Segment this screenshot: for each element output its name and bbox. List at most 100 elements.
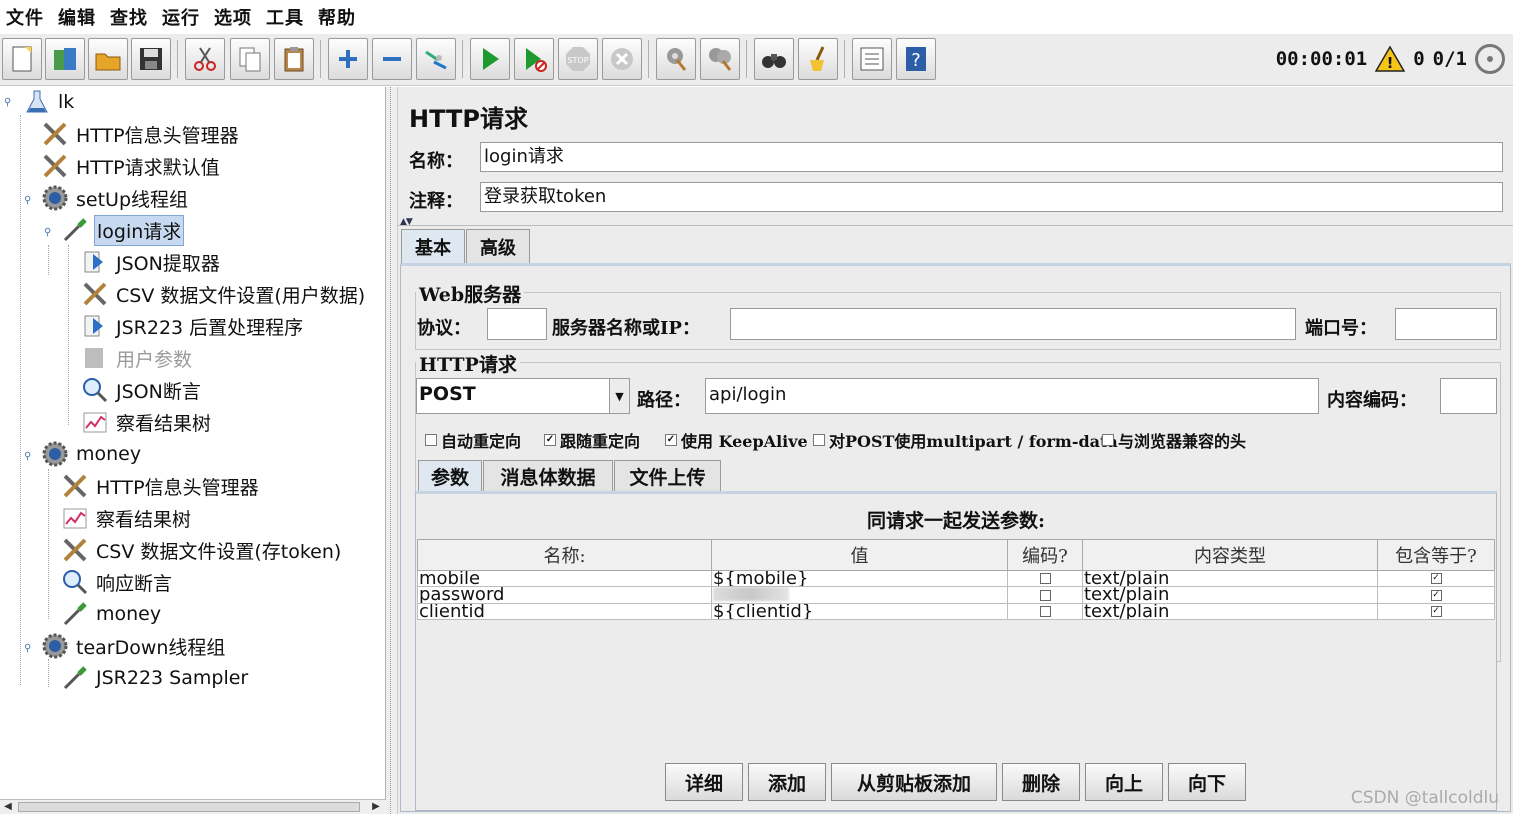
method-select[interactable]: POST ▼ [416,378,630,414]
tree-item-json-assertion[interactable]: JSON断言 [80,375,203,405]
scroll-right-icon[interactable]: ▶ [368,800,384,814]
table-row[interactable]: password text/plain ✓ [417,586,1495,604]
param-content-type[interactable]: text/plain [1082,586,1378,604]
tree-item-jsr223-postprocessor[interactable]: JSR223 后置处理程序 [80,311,305,341]
start-button[interactable] [470,38,510,80]
column-header-name[interactable]: 名称: [417,539,712,571]
scroll-thumb[interactable] [18,802,360,812]
param-value-redacted[interactable] [711,586,1008,604]
move-down-button[interactable]: 向下 [1168,763,1246,801]
clear-all-button[interactable] [700,38,740,80]
tree-item-login-request[interactable]: login请求 [60,214,185,246]
panel-splitter[interactable] [386,87,398,814]
clear-button[interactable] [656,38,696,80]
port-field[interactable] [1395,308,1497,340]
param-content-type[interactable]: text/plain [1082,603,1378,620]
table-row[interactable]: mobile ${mobile} text/plain ✓ [417,570,1495,587]
save-button[interactable] [131,38,171,80]
tree-item-jsr223-sampler[interactable]: JSR223 Sampler [60,663,250,693]
menu-help[interactable]: 帮助 [318,4,356,30]
tree-toggle-money[interactable]: ⚲ [24,451,31,462]
tree-item-user-parameters[interactable]: 用户参数 [80,343,194,373]
server-field[interactable] [730,308,1296,340]
add-button[interactable]: 添加 [748,763,826,801]
search-button[interactable] [754,38,794,80]
tree-item-root[interactable]: lk [22,87,76,117]
subtab-files-upload[interactable]: 文件上传 [614,460,721,492]
open-button[interactable] [88,38,128,80]
tree-item-response-assertion[interactable]: 响应断言 [60,567,174,597]
subtab-body-data[interactable]: 消息体数据 [483,460,613,492]
tab-advanced[interactable]: 高级 [466,229,530,263]
comment-field[interactable]: 登录获取token [480,182,1503,212]
tree-item-http-defaults[interactable]: HTTP请求默认值 [40,151,222,181]
menu-search[interactable]: 查找 [110,4,148,30]
tree-item-http-header-manager-2[interactable]: HTTP信息头管理器 [60,471,261,501]
tree-toggle-root[interactable]: ⚲ [4,97,11,108]
tree-item-setup-thread-group[interactable]: setUp线程组 [40,183,190,213]
table-row[interactable]: clientid ${clientid} text/plain ✓ [417,603,1495,620]
function-helper-button[interactable] [852,38,892,80]
move-up-button[interactable]: 向上 [1085,763,1163,801]
tree-item-view-results-tree[interactable]: 察看结果树 [80,407,213,437]
tree-horizontal-scrollbar[interactable]: ◀ ▶ [0,799,386,814]
chevron-down-icon[interactable]: ▼ [609,379,629,413]
protocol-field[interactable] [487,308,547,340]
param-include-equals-checkbox[interactable]: ✓ [1377,586,1495,604]
shutdown-button[interactable] [602,38,642,80]
column-header-include-equals[interactable]: 包含等于? [1377,539,1495,571]
toggle-button[interactable] [416,38,456,80]
warning-icon[interactable]: ! [1375,45,1406,73]
encoding-field[interactable] [1440,378,1497,414]
stop-button[interactable]: STOP [558,38,598,80]
delete-button[interactable]: 删除 [1002,763,1080,801]
menu-file[interactable]: 文件 [6,4,44,30]
param-encode-checkbox[interactable] [1007,586,1083,604]
menu-edit[interactable]: 编辑 [58,4,96,30]
detail-button[interactable]: 详细 [665,763,743,801]
menu-options[interactable]: 选项 [214,4,252,30]
scroll-left-icon[interactable]: ◀ [0,800,16,814]
param-name[interactable]: clientid [417,603,712,620]
tree-toggle-setup[interactable]: ⚲ [24,195,31,206]
tree-item-money-sampler[interactable]: money [60,599,163,629]
new-button[interactable] [2,38,42,80]
column-header-content-type[interactable]: 内容类型 [1082,539,1378,571]
browser-compatible-headers-checkbox[interactable]: 与浏览器兼容的头 [1102,428,1246,452]
keepalive-checkbox[interactable]: ✓ 使用 KeepAlive [665,428,808,452]
follow-redirect-checkbox[interactable]: ✓ 跟随重定向 [544,428,640,452]
tree-toggle-login[interactable]: ⚲ [44,227,51,238]
auto-redirect-checkbox[interactable]: 自动重定向 [425,428,521,452]
multipart-checkbox[interactable]: 对POST使用multipart / form-data [813,428,1118,452]
param-value[interactable]: ${clientid} [711,603,1008,620]
column-header-value[interactable]: 值 [711,539,1008,571]
param-content-type[interactable]: text/plain [1082,570,1378,587]
path-field[interactable]: api/login [705,378,1319,414]
menu-run[interactable]: 运行 [162,4,200,30]
subtab-parameters[interactable]: 参数 [418,460,482,492]
name-field[interactable]: login请求 [480,142,1503,172]
tree-item-view-results-tree-2[interactable]: 察看结果树 [60,503,193,533]
tab-basic[interactable]: 基本 [401,229,465,263]
column-header-encode[interactable]: 编码? [1007,539,1083,571]
templates-button[interactable] [45,38,85,80]
copy-button[interactable] [230,38,270,80]
reset-search-button[interactable] [798,38,838,80]
param-encode-checkbox[interactable] [1007,603,1083,620]
param-name[interactable]: password [417,586,712,604]
paste-button[interactable] [274,38,314,80]
expand-button[interactable] [328,38,368,80]
tree-item-json-extractor[interactable]: JSON提取器 [80,247,222,277]
tree-item-csv-token[interactable]: CSV 数据文件设置(存token) [60,535,343,565]
collapse-button[interactable] [372,38,412,80]
help-button[interactable]: ? [896,38,936,80]
tree-item-csv-user-data[interactable]: CSV 数据文件设置(用户数据) [80,279,367,309]
add-from-clipboard-button[interactable]: 从剪贴板添加 [831,763,997,801]
tree-item-http-header-manager[interactable]: HTTP信息头管理器 [40,119,241,149]
cut-button[interactable] [185,38,225,80]
param-encode-checkbox[interactable] [1007,570,1083,587]
tree-toggle-teardown[interactable]: ⚲ [24,643,31,654]
tree-item-money-thread-group[interactable]: money [40,439,143,469]
start-no-pause-button[interactable] [514,38,554,80]
param-name[interactable]: mobile [417,570,712,587]
